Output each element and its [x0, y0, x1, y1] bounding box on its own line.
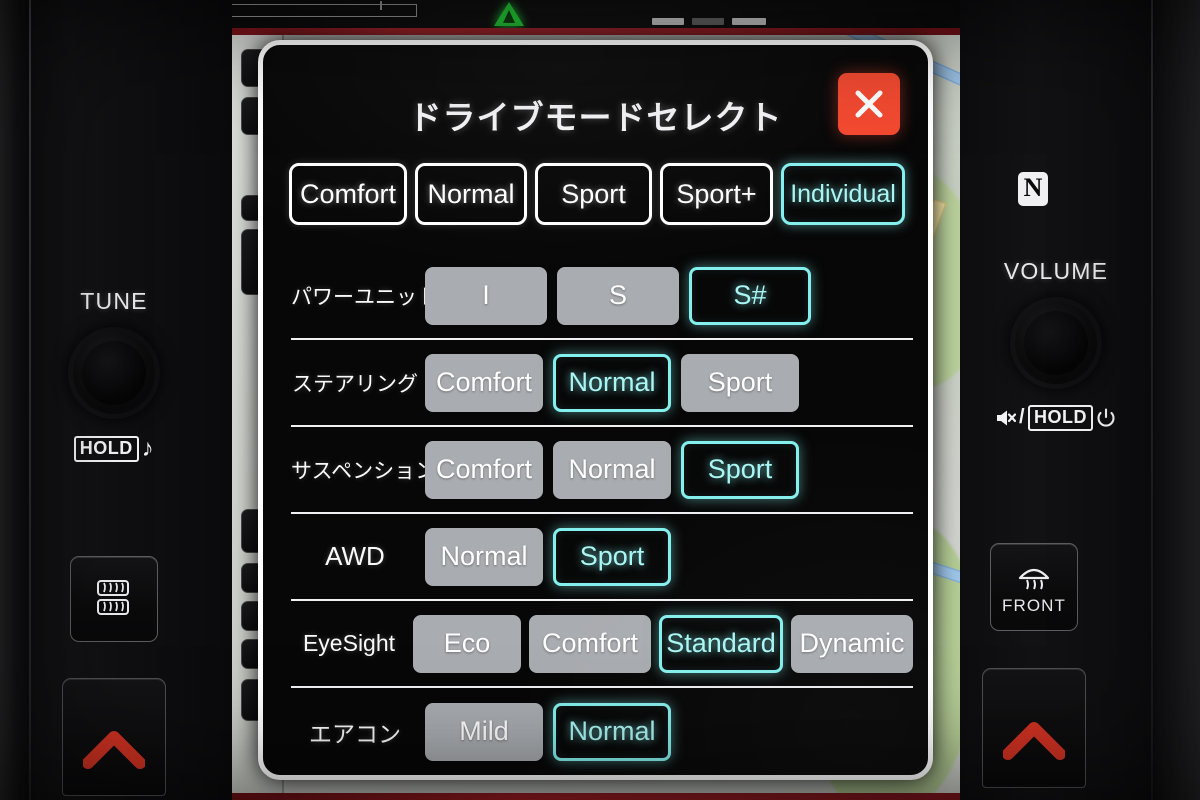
tune-knob-assembly: TUNE HOLD ♪	[34, 288, 194, 463]
left-control-panel: TUNE HOLD ♪	[0, 0, 232, 800]
drive-mode-comfort[interactable]: Comfort	[289, 163, 407, 225]
music-note-icon: ♪	[141, 435, 155, 462]
option-power-unit-i[interactable]: I	[425, 266, 547, 325]
option-suspension-comfort[interactable]: Comfort	[425, 440, 543, 499]
infotainment-head-unit: 街並み 日本 ドライブモードセレクト	[0, 0, 1200, 800]
nav-indicator-pill	[732, 18, 766, 25]
drive-mode-normal[interactable]: Normal	[415, 163, 527, 225]
setting-label-power-unit: パワーユニット	[291, 285, 438, 309]
front-defroster-button[interactable]: FRONT	[990, 543, 1078, 631]
hold-badge: HOLD	[1028, 405, 1094, 431]
setting-row-power-unit: パワーユニット I S S#	[291, 253, 913, 340]
dialog-title: ドライブモードセレクト	[408, 99, 783, 136]
tune-knob-label: TUNE	[80, 288, 148, 314]
setting-label-awd: AWD	[325, 541, 385, 571]
tune-knob[interactable]	[68, 327, 160, 419]
hazard-up-button-left[interactable]	[62, 678, 166, 796]
drive-mode-select-dialog: ドライブモードセレクト Comfort Normal Sport Sport+ …	[258, 40, 933, 780]
option-eyesight-standard[interactable]: Standard	[659, 614, 783, 673]
map-accent-line	[232, 28, 960, 35]
option-group-awd: Normal Sport	[425, 527, 671, 586]
hazard-up-button-right[interactable]	[982, 668, 1086, 788]
option-steering-normal[interactable]: Normal	[553, 353, 671, 412]
bezel-edge	[1154, 0, 1200, 800]
setting-row-eyesight: EyeSight Eco Comfort Standard Dynamic	[291, 601, 913, 688]
nav-progress-tick	[380, 1, 382, 10]
slash-separator: /	[1018, 406, 1026, 429]
nav-indicator-pill	[692, 18, 724, 25]
setting-label-air-conditioner: エアコン	[309, 720, 401, 747]
setting-label-eyesight: EyeSight	[302, 630, 396, 656]
option-ac-mild[interactable]: Mild	[425, 702, 543, 761]
volume-knob-assembly: VOLUME / HOLD	[976, 258, 1136, 431]
option-group-steering: Comfort Normal Sport	[425, 353, 799, 412]
option-steering-comfort[interactable]: Comfort	[425, 353, 543, 412]
option-group-eyesight: Eco Comfort Standard Dynamic	[413, 614, 913, 673]
chevron-up-icon	[83, 731, 145, 769]
option-awd-normal[interactable]: Normal	[425, 527, 543, 586]
option-steering-sport[interactable]: Sport	[681, 353, 799, 412]
setting-label-suspension: サスペンション	[291, 459, 437, 483]
setting-label-steering: ステアリング	[292, 372, 418, 396]
touchscreen-display[interactable]: 街並み 日本 ドライブモードセレクト	[232, 0, 960, 800]
option-suspension-normal[interactable]: Normal	[553, 440, 671, 499]
volume-hold-power-label: / HOLD	[976, 405, 1136, 431]
front-defroster-icon	[1018, 568, 1050, 590]
nfc-letter: N	[1023, 173, 1043, 202]
hold-badge: HOLD	[73, 436, 139, 462]
nav-indicator-pill	[652, 18, 684, 25]
close-button[interactable]	[838, 73, 900, 135]
bezel-hairline	[1151, 0, 1153, 800]
volume-knob-label: VOLUME	[1003, 258, 1109, 284]
settings-rows: パワーユニット I S S# ステアリング Comfort Normal Spo…	[291, 253, 913, 775]
map-status-bar	[232, 0, 960, 28]
option-eyesight-dynamic[interactable]: Dynamic	[791, 614, 913, 673]
setting-row-suspension: サスペンション Comfort Normal Sport	[291, 427, 913, 514]
option-group-suspension: Comfort Normal Sport	[425, 440, 799, 499]
tune-hold-label: HOLD ♪	[34, 435, 194, 463]
drive-mode-sport[interactable]: Sport	[535, 163, 652, 225]
option-power-unit-s-sharp[interactable]: S#	[689, 266, 811, 325]
power-icon	[1097, 408, 1115, 427]
option-group-power-unit: I S S#	[425, 266, 811, 325]
volume-knob[interactable]	[1010, 297, 1102, 389]
setting-row-air-conditioner: エアコン Mild Normal	[291, 688, 913, 775]
drive-mode-sport-plus[interactable]: Sport+	[660, 163, 773, 225]
option-suspension-sport[interactable]: Sport	[681, 440, 799, 499]
close-icon	[855, 90, 883, 118]
nav-progress-frame	[232, 4, 417, 17]
rear-defroster-icon	[97, 580, 129, 615]
option-eyesight-eco[interactable]: Eco	[413, 614, 521, 673]
mute-icon	[996, 410, 1016, 426]
nfc-logo-icon: N	[1018, 172, 1048, 206]
setting-row-awd: AWD Normal Sport	[291, 514, 913, 601]
bezel-edge	[0, 0, 28, 800]
bezel-hairline	[29, 0, 31, 800]
option-awd-sport[interactable]: Sport	[553, 527, 671, 586]
option-group-air-conditioner: Mild Normal	[425, 702, 671, 761]
option-eyesight-comfort[interactable]: Comfort	[529, 614, 651, 673]
right-control-panel: N VOLUME / HOLD FRONT	[960, 0, 1200, 800]
option-power-unit-s[interactable]: S	[557, 266, 679, 325]
setting-row-steering: ステアリング Comfort Normal Sport	[291, 340, 913, 427]
drive-mode-button-group: Comfort Normal Sport Sport+ Individual	[289, 158, 913, 230]
map-accent-line	[232, 793, 960, 800]
drive-mode-individual[interactable]: Individual	[781, 163, 905, 225]
chevron-up-icon	[1003, 722, 1065, 760]
option-ac-normal[interactable]: Normal	[553, 702, 671, 761]
front-defroster-label: FRONT	[1001, 596, 1067, 615]
nav-direction-arrow-core	[503, 10, 515, 23]
rear-defroster-button[interactable]	[70, 556, 158, 642]
